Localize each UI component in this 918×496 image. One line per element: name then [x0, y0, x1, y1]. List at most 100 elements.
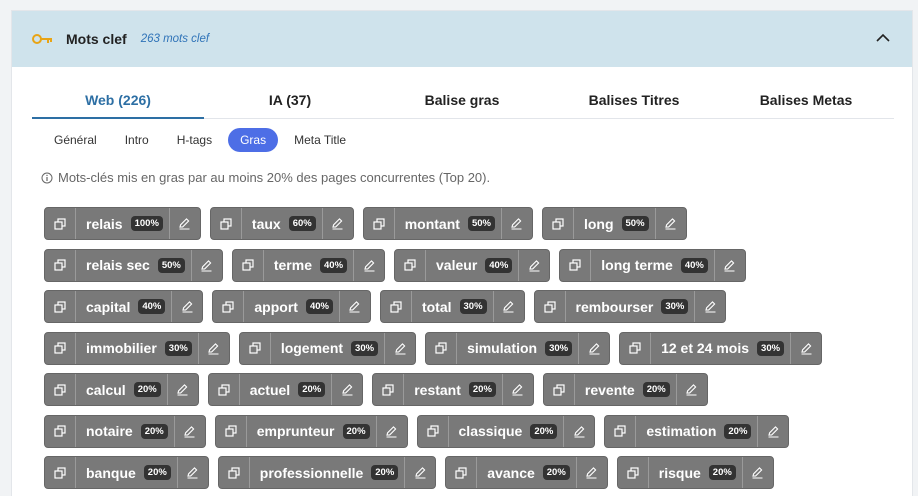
edit-icon[interactable] — [675, 374, 707, 405]
edit-icon[interactable] — [575, 457, 607, 488]
keyword-chip[interactable]: banque 20% — [44, 456, 209, 489]
keyword-label: terme — [273, 257, 312, 273]
copy-icon[interactable] — [535, 291, 566, 322]
keyword-chip[interactable]: logement 30% — [238, 331, 417, 365]
keyword-chip[interactable]: terme 40% — [231, 248, 386, 282]
edit-icon[interactable] — [757, 415, 788, 447]
edit-icon[interactable] — [500, 208, 532, 239]
copy-icon[interactable] — [45, 208, 76, 239]
edit-icon[interactable] — [790, 332, 821, 364]
copy-icon[interactable] — [605, 415, 637, 447]
keyword-chip[interactable]: restant 20% — [372, 373, 534, 406]
keyword-chip[interactable]: montant 50% — [362, 207, 533, 240]
edit-icon[interactable] — [741, 457, 773, 488]
edit-icon[interactable] — [501, 374, 533, 405]
edit-icon[interactable] — [321, 208, 353, 239]
keyword-chip[interactable]: relais 100% — [44, 207, 201, 240]
copy-icon[interactable] — [618, 457, 649, 488]
keyword-chip[interactable]: 12 et 24 mois 30% — [619, 331, 823, 365]
edit-icon[interactable] — [338, 291, 370, 322]
keyword-chip[interactable]: revente 20% — [542, 373, 708, 406]
copy-icon[interactable] — [373, 374, 405, 405]
keyword-chip[interactable]: professionnelle 20% — [217, 456, 437, 489]
edit-icon[interactable] — [331, 374, 362, 405]
keyword-chip[interactable]: risque 20% — [616, 456, 774, 489]
edit-icon[interactable] — [171, 291, 202, 322]
edit-icon[interactable] — [176, 457, 208, 488]
keyword-chip[interactable]: emprunteur 20% — [214, 414, 408, 448]
subtab-general[interactable]: Général — [42, 128, 109, 152]
keyword-chip[interactable]: simulation 30% — [425, 331, 611, 365]
tab-balise-gras[interactable]: Balise gras — [376, 86, 548, 118]
tab-web[interactable]: Web (226) — [32, 86, 204, 119]
edit-icon[interactable] — [375, 415, 407, 447]
keyword-chip[interactable]: actuel 20% — [207, 373, 364, 406]
copy-icon[interactable] — [381, 291, 412, 322]
edit-icon[interactable] — [384, 332, 415, 364]
info-text: Mots-clés mis en gras par au moins 20% d… — [58, 170, 491, 185]
edit-icon[interactable] — [168, 208, 200, 239]
keyword-chip[interactable]: taux 60% — [209, 207, 354, 240]
subtab-meta-title[interactable]: Meta Title — [282, 128, 358, 152]
tab-ia[interactable]: IA (37) — [204, 86, 376, 118]
edit-icon[interactable] — [578, 332, 609, 364]
copy-icon[interactable] — [45, 249, 76, 281]
subtab-intro[interactable]: Intro — [113, 128, 161, 152]
keyword-chip[interactable]: estimation 20% — [604, 414, 790, 448]
copy-icon[interactable] — [426, 332, 458, 364]
copy-icon[interactable] — [45, 332, 76, 364]
keyword-chip[interactable]: total 30% — [379, 290, 525, 323]
keyword-chip[interactable]: avance 20% — [445, 456, 608, 489]
copy-icon[interactable] — [446, 457, 478, 488]
copy-icon[interactable] — [211, 208, 242, 239]
edit-icon[interactable] — [492, 291, 524, 322]
percent-badge: 40% — [320, 257, 348, 273]
copy-icon[interactable] — [45, 374, 76, 405]
subtab-gras[interactable]: Gras — [228, 128, 279, 152]
edit-icon[interactable] — [173, 415, 205, 447]
copy-icon[interactable] — [216, 415, 247, 447]
keyword-chip[interactable]: long terme 40% — [559, 248, 746, 282]
keyword-chip[interactable]: calcul 20% — [44, 373, 199, 406]
copy-icon[interactable] — [364, 208, 395, 239]
edit-icon[interactable] — [654, 208, 686, 239]
edit-icon[interactable] — [713, 249, 745, 281]
keyword-chip[interactable]: relais sec 50% — [44, 248, 223, 282]
tab-balises-metas[interactable]: Balises Metas — [720, 86, 892, 118]
copy-icon[interactable] — [395, 249, 427, 281]
keyword-chip[interactable]: apport 40% — [212, 290, 371, 323]
copy-icon[interactable] — [543, 208, 574, 239]
keyword-chip[interactable]: capital 40% — [44, 290, 204, 323]
edit-icon[interactable] — [404, 457, 435, 488]
copy-icon[interactable] — [213, 291, 245, 322]
edit-icon[interactable] — [694, 291, 725, 322]
keyword-chip[interactable]: notaire 20% — [44, 414, 206, 448]
tab-balises-titres[interactable]: Balises Titres — [548, 86, 720, 118]
edit-icon[interactable] — [563, 415, 594, 447]
subtab-htags[interactable]: H-tags — [165, 128, 224, 152]
keyword-label: taux — [251, 215, 281, 232]
edit-icon[interactable] — [518, 249, 549, 281]
edit-icon[interactable] — [166, 374, 198, 405]
copy-icon[interactable] — [45, 457, 76, 488]
keyword-chip[interactable]: immobilier 30% — [44, 331, 230, 365]
keyword-chip[interactable]: long 50% — [541, 207, 687, 240]
edit-icon[interactable] — [353, 249, 384, 281]
edit-icon[interactable] — [197, 332, 229, 364]
copy-icon[interactable] — [45, 291, 76, 322]
copy-icon[interactable] — [233, 249, 264, 281]
copy-icon[interactable] — [418, 415, 449, 447]
keyword-chip[interactable]: rembourser 30% — [533, 290, 727, 323]
copy-icon[interactable] — [560, 249, 592, 281]
keyword-chip[interactable]: classique 20% — [416, 414, 596, 448]
panel-header[interactable]: Mots clef 263 mots clef — [12, 11, 912, 67]
copy-icon[interactable] — [209, 374, 240, 405]
copy-icon[interactable] — [620, 332, 652, 364]
copy-icon[interactable] — [544, 374, 575, 405]
copy-icon[interactable] — [219, 457, 250, 488]
copy-icon[interactable] — [45, 415, 76, 447]
keyword-chip[interactable]: valeur 40% — [394, 248, 551, 282]
copy-icon[interactable] — [240, 332, 271, 364]
edit-icon[interactable] — [190, 249, 222, 281]
chevron-up-icon[interactable] — [874, 29, 892, 47]
